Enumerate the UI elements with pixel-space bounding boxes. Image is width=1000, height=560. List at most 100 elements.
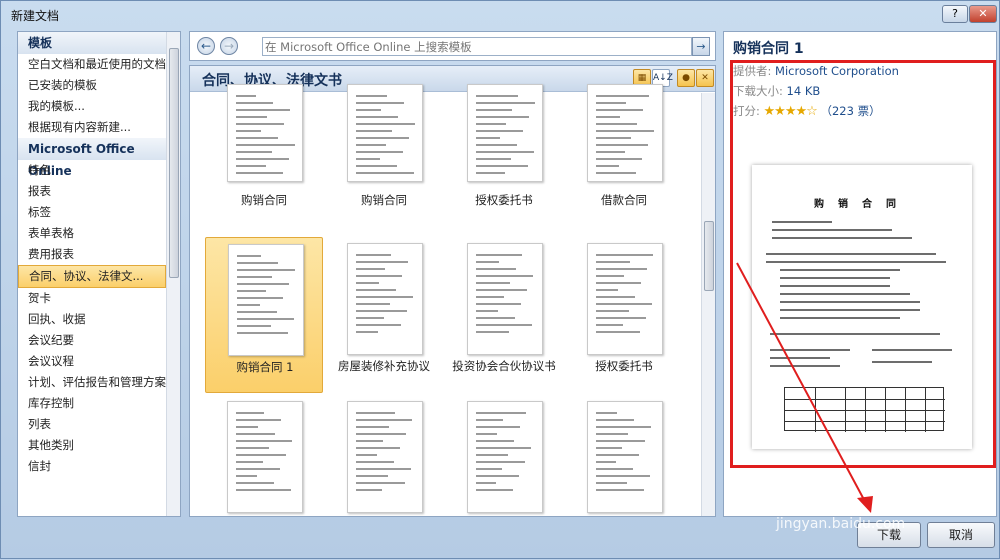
forward-button[interactable]: → — [220, 37, 238, 55]
category-item[interactable]: 报表 — [18, 181, 166, 202]
preview-title: 购销合同 1 — [733, 41, 804, 57]
category-item[interactable]: 合同、协议、法律文... — [18, 265, 166, 288]
template-label: 借款合同 — [601, 193, 647, 207]
thumbnail-line — [596, 419, 634, 421]
back-button[interactable]: ← — [197, 37, 215, 55]
preview-text-line — [780, 269, 900, 271]
category-item[interactable]: 贺卡 — [18, 288, 166, 309]
thumbnail-line — [476, 261, 499, 263]
template-thumbnail — [347, 84, 423, 182]
category-item[interactable]: 库存控制 — [18, 393, 166, 414]
category-item[interactable]: 空白文档和最近使用的文档 — [18, 54, 166, 75]
category-item[interactable]: 计划、评估报告和管理方案 — [18, 372, 166, 393]
template-tile[interactable]: 委托代理合同 — [205, 395, 323, 516]
template-tile[interactable]: 授权委托书 — [565, 237, 683, 393]
category-scrollbar[interactable] — [166, 32, 180, 516]
thumbnail-line — [356, 454, 377, 456]
search-go-button[interactable]: → — [692, 37, 710, 56]
thumbnail-line — [356, 151, 403, 153]
template-tile[interactable]: 货物运输合同 — [445, 395, 563, 516]
preview-text-line — [780, 309, 920, 311]
thumbnail-line — [356, 412, 395, 414]
thumbnail-line — [476, 158, 511, 160]
template-tile[interactable]: 购销合同 — [205, 84, 323, 240]
thumbnail-line — [236, 454, 286, 456]
thumbnail-line — [236, 426, 258, 428]
category-item[interactable]: 已安装的模板 — [18, 75, 166, 96]
category-item[interactable]: 费用报表 — [18, 244, 166, 265]
template-tile[interactable]: 购销合同 1 — [205, 237, 323, 393]
scrollbar-thumb[interactable] — [704, 221, 714, 291]
thumbnail-line — [237, 325, 271, 327]
preview-text-line — [780, 293, 910, 295]
template-tile[interactable]: 授权委托书 — [445, 84, 563, 240]
template-tile[interactable]: 购销合同 — [325, 84, 443, 240]
thumbnail-line — [476, 412, 526, 414]
template-tile[interactable]: 房屋装修补充协议 — [325, 237, 443, 393]
thumbnail-line — [596, 296, 635, 298]
help-button[interactable]: ? — [942, 5, 968, 23]
thumbnail-line — [476, 268, 516, 270]
category-item[interactable]: 其他类别 — [18, 435, 166, 456]
category-item[interactable]: 回执、收据 — [18, 309, 166, 330]
category-item[interactable]: 会议议程 — [18, 351, 166, 372]
thumbnail-line — [356, 317, 384, 319]
thumbnail-line — [356, 331, 378, 333]
category-item[interactable]: 信封 — [18, 456, 166, 477]
thumbnail-line — [476, 310, 498, 312]
category-item[interactable]: 列表 — [18, 414, 166, 435]
user-remove-icon[interactable]: ✕ — [696, 69, 714, 87]
category-item[interactable]: 标签 — [18, 202, 166, 223]
category-item[interactable]: 会议纪要 — [18, 330, 166, 351]
preview-document-page: 购销合同 — [752, 165, 972, 449]
category-item[interactable]: 表单表格 — [18, 223, 166, 244]
template-thumbnail — [467, 401, 543, 513]
template-thumbnail — [587, 243, 663, 355]
thumbnail-line — [596, 461, 616, 463]
gallery-scrollbar[interactable] — [701, 93, 715, 516]
thumbnail-line — [476, 482, 496, 484]
table-rule — [845, 388, 846, 432]
thumbnail-line — [596, 95, 649, 97]
category-item[interactable]: 我的模板... — [18, 96, 166, 117]
thumbnail-line — [236, 102, 273, 104]
template-tile[interactable]: 意向书 — [325, 395, 443, 516]
close-button[interactable]: ✕ — [969, 5, 997, 23]
preview-text-line — [770, 349, 850, 351]
template-thumbnail — [227, 84, 303, 182]
template-tile[interactable]: 借款合同 — [565, 84, 683, 240]
cancel-button[interactable]: 取消 — [927, 522, 995, 548]
thumbnail-line — [237, 283, 289, 285]
template-thumbnail — [587, 84, 663, 182]
thumbnail-line — [236, 172, 283, 174]
thumbnail-line — [356, 303, 390, 305]
thumbnail-line — [476, 433, 497, 435]
thumbnail-line — [596, 275, 624, 277]
thumbnail-line — [356, 275, 402, 277]
thumbnail-line — [476, 331, 509, 333]
preview-text-line — [780, 301, 920, 303]
category-header[interactable]: 模板 — [18, 32, 180, 54]
preview-text-line — [780, 285, 890, 287]
scrollbar-thumb[interactable] — [169, 48, 179, 278]
thumbnail-line — [476, 254, 522, 256]
search-input[interactable] — [262, 37, 692, 56]
template-label: 购销合同 1 — [236, 360, 294, 374]
thumbnail-line — [476, 468, 502, 470]
thumbnail-line — [237, 332, 288, 334]
thumbnail-line — [236, 109, 290, 111]
category-header[interactable]: Microsoft Office Online — [18, 138, 180, 178]
template-tile[interactable]: 广告发布委托合同 — [565, 395, 683, 516]
thumbnail-line — [237, 318, 294, 320]
template-label: 购销合同 — [241, 193, 287, 207]
thumbnail-line — [476, 447, 531, 449]
category-item[interactable]: 特色 — [18, 160, 166, 181]
thumbnail-line — [237, 297, 283, 299]
thumbnail-line — [356, 130, 392, 132]
thumbnail-line — [356, 268, 385, 270]
template-tile[interactable]: 投资协会合伙协议书 — [445, 237, 563, 393]
thumbnail-line — [236, 447, 269, 449]
category-item[interactable]: 根据现有内容新建... — [18, 117, 166, 138]
thumbnail-line — [236, 130, 261, 132]
thumbnail-line — [596, 412, 617, 414]
